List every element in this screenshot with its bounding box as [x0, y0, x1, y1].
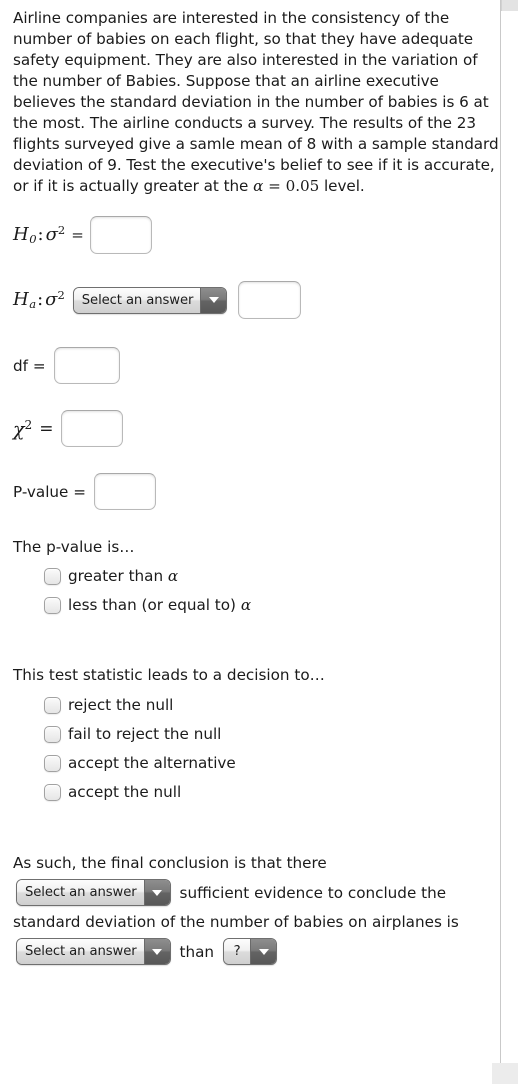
- alternative-hypothesis-select[interactable]: Select an answer: [72, 286, 228, 314]
- alt-colon: :: [37, 289, 44, 311]
- checkbox-accept-alternative[interactable]: [44, 754, 61, 772]
- alt-subscript: a: [29, 296, 37, 311]
- chi-exponent: 2: [24, 417, 33, 432]
- p-value-row: P-value =: [13, 473, 486, 511]
- conclusion-evidence-select-label: Select an answer: [17, 880, 144, 906]
- null-colon: :: [37, 224, 44, 246]
- alternative-hypothesis-row: Ha: σ2 Select an answer: [13, 281, 486, 320]
- conclusion-than-word: than: [179, 942, 215, 961]
- decision-option-accept-null[interactable]: accept the null: [44, 783, 486, 801]
- decision-option-accept-alternative-label: accept the alternative: [68, 754, 236, 773]
- alpha-symbol-greater: α: [167, 567, 179, 586]
- p-value-question: The p-value is… greater than α less than…: [13, 538, 486, 614]
- decision-option-reject-null-label: reject the null: [68, 696, 174, 715]
- conclusion-section: As such, the final conclusion is that th…: [13, 854, 486, 966]
- null-hypothesis-input[interactable]: [89, 216, 152, 255]
- alternative-hypothesis-label: Ha: σ2: [13, 288, 65, 311]
- conclusion-line-2: Select an answer sufficient evidence to …: [13, 879, 486, 907]
- chevron-down-icon: [200, 287, 227, 313]
- conclusion-line-4: Select an answer than ?: [13, 938, 486, 966]
- p-value-question-heading: The p-value is…: [13, 538, 135, 557]
- panel-divider: [500, 0, 501, 1063]
- conclusion-value-select[interactable]: ?: [223, 938, 278, 966]
- alpha-symbol-less: α: [240, 596, 252, 615]
- conclusion-line-2-text: sufficient evidence to conclude the: [179, 883, 447, 902]
- chi-symbol: χ: [13, 418, 25, 441]
- conclusion-comparison-select[interactable]: Select an answer: [16, 938, 171, 966]
- p-value-option-less-label: less than (or equal to) α: [68, 596, 252, 615]
- null-hypothesis-row: H0: σ2 =: [13, 216, 486, 255]
- decision-question-heading: This test statistic leads to a decision …: [13, 666, 325, 685]
- checkbox-accept-null[interactable]: [44, 783, 61, 801]
- decision-question: This test statistic leads to a decision …: [13, 666, 486, 801]
- alpha-equals: =: [263, 177, 286, 196]
- conclusion-line-3: standard deviation of the number of babi…: [13, 913, 459, 932]
- null-equals-sign: =: [71, 226, 84, 245]
- sigma-exponent-alt: 2: [57, 288, 65, 303]
- p-value-option-greater-label: greater than α: [68, 567, 179, 586]
- sigma-symbol: σ: [45, 224, 58, 246]
- decision-option-fail-reject-null-label: fail to reject the null: [68, 725, 222, 744]
- chevron-down-icon: [143, 939, 170, 965]
- chi-square-row: χ2 =: [13, 410, 486, 448]
- null-subscript: 0: [29, 231, 37, 246]
- checkbox-reject-null[interactable]: [44, 696, 61, 714]
- df-row: df =: [13, 347, 486, 385]
- df-label: df =: [13, 356, 46, 375]
- checkbox-p-value-less[interactable]: [44, 596, 61, 614]
- checkbox-fail-reject-null[interactable]: [44, 725, 61, 743]
- problem-text-tail: level.: [319, 177, 365, 196]
- decision-option-accept-null-label: accept the null: [68, 783, 182, 802]
- decision-option-reject-null[interactable]: reject the null: [44, 696, 486, 714]
- chi-square-label: χ2: [13, 419, 32, 439]
- sigma-symbol-alt: σ: [45, 289, 58, 311]
- alpha-symbol: α: [253, 177, 264, 196]
- alternative-hypothesis-input[interactable]: [238, 281, 302, 320]
- sigma-exponent: 2: [57, 223, 66, 238]
- p-value-label: P-value =: [13, 482, 86, 501]
- null-hypothesis-label: H0: σ2: [13, 223, 66, 246]
- decision-option-accept-alternative[interactable]: accept the alternative: [44, 754, 486, 772]
- chevron-down-icon: [143, 880, 170, 906]
- p-value-option-less[interactable]: less than (or equal to) α: [44, 596, 486, 614]
- chevron-down-icon: [250, 939, 277, 965]
- alternative-hypothesis-select-label: Select an answer: [73, 287, 201, 313]
- problem-statement: Airline companies are interested in the …: [13, 8, 499, 197]
- conclusion-value-select-label: ?: [224, 939, 251, 965]
- conclusion-evidence-select[interactable]: Select an answer: [16, 879, 171, 907]
- decision-option-fail-reject-null[interactable]: fail to reject the null: [44, 725, 486, 743]
- vertical-scrollbar[interactable]: [501, 0, 518, 11]
- alpha-value: 0.05: [285, 177, 320, 196]
- df-input[interactable]: [53, 347, 120, 385]
- chi-equals-sign: =: [39, 418, 54, 439]
- conclusion-line-1: As such, the final conclusion is that th…: [13, 854, 327, 873]
- p-value-input[interactable]: [93, 473, 156, 511]
- problem-text: Airline companies are interested in the …: [13, 9, 499, 196]
- question-page: Airline companies are interested in the …: [0, 0, 500, 1084]
- conclusion-comparison-select-label: Select an answer: [17, 939, 144, 965]
- chi-square-input[interactable]: [60, 410, 123, 448]
- checkbox-p-value-greater[interactable]: [44, 567, 61, 585]
- p-value-option-greater[interactable]: greater than α: [44, 567, 486, 585]
